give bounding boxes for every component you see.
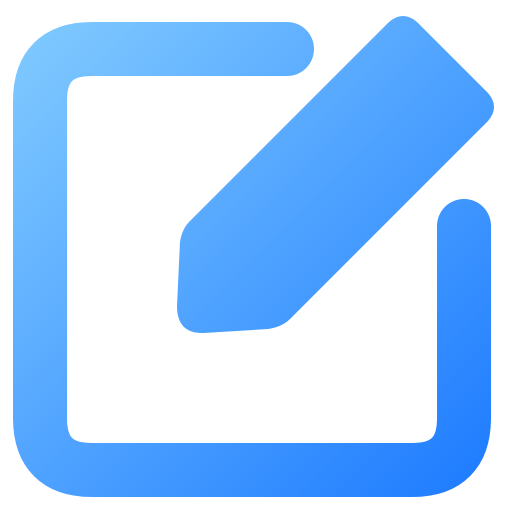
edit-icon-graphic	[13, 16, 494, 497]
edit-icon[interactable]	[0, 0, 512, 512]
